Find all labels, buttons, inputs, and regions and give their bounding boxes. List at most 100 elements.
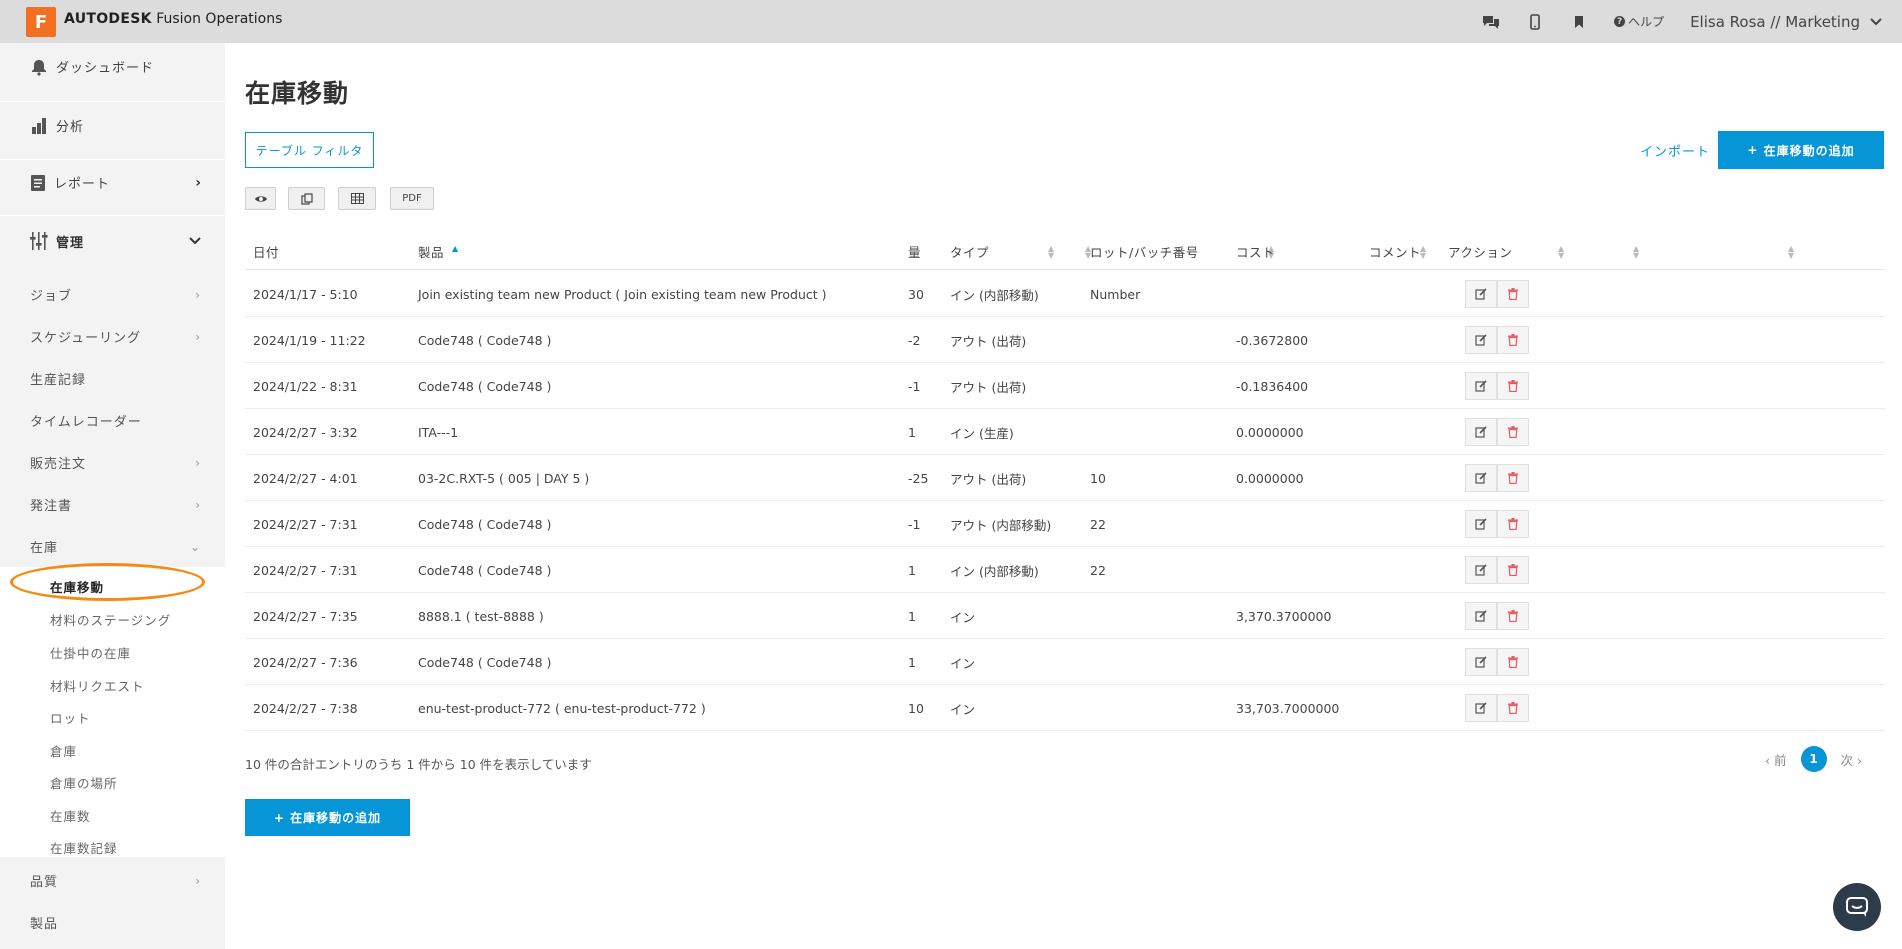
sort-icon[interactable]: ▲ ▼ (1048, 245, 1054, 260)
sidebar-item-purchase-orders[interactable]: 発注書 › (30, 495, 201, 515)
cell-qty: 1 (908, 424, 916, 440)
user-name: Elisa Rosa // Marketing (1690, 12, 1860, 31)
trash-icon[interactable] (1497, 694, 1529, 722)
cell-product: Join existing team new Product ( Join ex… (418, 286, 827, 302)
trash-icon[interactable] (1497, 280, 1529, 308)
production-records-label: 生産記録 (30, 373, 87, 388)
edit-icon[interactable] (1465, 510, 1497, 538)
edit-icon[interactable] (1465, 464, 1497, 492)
column-visibility-button[interactable] (245, 187, 276, 210)
trash-icon[interactable] (1497, 464, 1529, 492)
trash-icon[interactable] (1497, 326, 1529, 354)
cell-date: 2024/2/27 - 7:35 (253, 608, 358, 624)
chevron-right-icon: › (195, 497, 201, 512)
pdf-label: PDF (402, 193, 422, 204)
cell-type: イン (生産) (950, 425, 1014, 441)
edit-icon[interactable] (1465, 694, 1497, 722)
cell-qty: 1 (908, 654, 916, 670)
chat-bubbles-icon[interactable] (1482, 13, 1500, 31)
help-link[interactable]: ? ヘルプ (1614, 13, 1664, 30)
table-filter-button[interactable]: テーブル フィルタ (245, 132, 374, 168)
copy-button[interactable] (288, 187, 325, 210)
mobile-phone-icon[interactable] (1526, 13, 1544, 31)
trash-icon[interactable] (1497, 556, 1529, 584)
sidebar-item-inventory[interactable]: 在庫 ⌄ (30, 537, 201, 557)
help-label: ヘルプ (1628, 15, 1665, 29)
submenu-item-wip-inventory[interactable]: 仕掛中の在庫 (50, 643, 131, 662)
chevron-right-icon: › (195, 329, 201, 344)
submenu-item-material-requests[interactable]: 材料リクエスト (50, 676, 145, 695)
column-header-comment[interactable]: コメント (1369, 233, 1421, 270)
edit-icon[interactable] (1465, 556, 1497, 584)
submenu-item-lots[interactable]: ロット (50, 708, 91, 727)
sidebar-item-jobs[interactable]: ジョブ › (30, 285, 201, 305)
bookmark-icon[interactable] (1570, 13, 1588, 31)
trash-icon[interactable] (1497, 510, 1529, 538)
submenu-item-material-staging[interactable]: 材料のステージング (50, 610, 171, 629)
purchase-orders-label: 発注書 (30, 499, 73, 514)
table-row: 2024/1/19 - 11:22 Code748 ( Code748 ) -2 アウ… (245, 317, 1885, 363)
cell-lot: 10 (1090, 470, 1106, 486)
column-header-date[interactable]: 日付 (253, 233, 279, 270)
page-number-current[interactable]: 1 (1800, 746, 1827, 772)
excel-export-button[interactable] (338, 187, 376, 210)
trash-icon[interactable] (1497, 372, 1529, 400)
column-header-lot[interactable]: ロット/バッチ番号 (1090, 233, 1199, 270)
sidebar-item-analysis[interactable]: 分析 (30, 116, 84, 135)
edit-icon[interactable] (1465, 648, 1497, 676)
cell-date: 2024/1/22 - 8:31 (253, 378, 358, 394)
sidebar-item-sales-orders[interactable]: 販売注文 › (30, 453, 201, 473)
previous-page-link[interactable]: ‹ 前 (1765, 750, 1787, 769)
table-row: 2024/2/27 - 4:01 03-2C.RXT-5 ( 005 | DAY … (245, 455, 1885, 501)
sidebar-item-management[interactable]: 管理 (30, 231, 201, 251)
table-row: 2024/2/27 - 7:36 Code748 ( Code748 ) 1 イン (245, 639, 1885, 685)
sales-orders-label: 販売注文 (30, 457, 87, 472)
trash-icon[interactable] (1497, 418, 1529, 446)
column-header-product[interactable]: 製品 (418, 233, 444, 270)
sidebar-item-dashboard[interactable]: ダッシュボード (30, 57, 154, 76)
column-header-qty[interactable]: 量 (908, 233, 921, 270)
user-menu[interactable]: Elisa Rosa // Marketing (1690, 13, 1882, 31)
copy-icon (300, 192, 313, 205)
cell-lot: 22 (1090, 562, 1106, 578)
sidebar-item-reports[interactable]: レポート › (30, 173, 201, 192)
sidebar-item-products[interactable]: 製品 (30, 913, 201, 932)
fusion-logo[interactable]: F (26, 7, 56, 37)
next-page-link[interactable]: 次 › (1841, 750, 1863, 769)
submenu-item-warehouses[interactable]: 倉庫 (50, 741, 77, 760)
chat-support-button[interactable] (1833, 883, 1881, 931)
column-header-cost[interactable]: コスト (1236, 233, 1275, 270)
edit-icon[interactable] (1465, 602, 1497, 630)
action-header-label: アクション (1448, 245, 1513, 260)
edit-icon[interactable] (1465, 326, 1497, 354)
submenu-item-warehouse-locations[interactable]: 倉庫の場所 (50, 773, 118, 792)
sort-icon[interactable]: ▲ ▼ (1558, 245, 1564, 260)
submenu-item-stock-counts[interactable]: 在庫数 (50, 806, 91, 825)
edit-icon[interactable] (1465, 418, 1497, 446)
sidebar-item-quality[interactable]: 品質 › (30, 871, 201, 891)
pdf-export-button[interactable]: PDF (390, 187, 434, 210)
trash-icon[interactable] (1497, 602, 1529, 630)
import-link[interactable]: インポート (1640, 141, 1710, 160)
annotation-highlight-ellipse (10, 563, 205, 601)
submenu-item-stock-count-records[interactable]: 在庫数記録 (50, 838, 118, 857)
sidebar-item-production-records[interactable]: 生産記録 (30, 369, 201, 388)
add-stock-movement-button-bottom[interactable]: + 在庫移動の追加 (245, 799, 410, 836)
trash-icon[interactable] (1497, 648, 1529, 676)
add-stock-movement-button[interactable]: + 在庫移動の追加 (1718, 131, 1884, 169)
cell-type: アウト (内部移動) (950, 517, 1052, 533)
table-row: 2024/1/22 - 8:31 Code748 ( Code748 ) -1 アウト… (245, 363, 1885, 409)
sort-asc-icon[interactable]: ▲ (452, 245, 458, 253)
sort-icon[interactable]: ▲ ▼ (1633, 245, 1639, 260)
next-label: 次 (1840, 752, 1854, 768)
document-icon (31, 174, 45, 191)
inventory-label: 在庫 (30, 541, 59, 556)
sidebar-item-scheduling[interactable]: スケジューリング › (30, 327, 201, 347)
chevron-down-icon: ⌄ (189, 539, 201, 554)
cell-cost: 0.0000000 (1236, 424, 1304, 440)
sidebar-item-time-recorder[interactable]: タイムレコーダー (30, 411, 201, 430)
edit-icon[interactable] (1465, 280, 1497, 308)
column-header-type[interactable]: タイプ (950, 233, 989, 270)
edit-icon[interactable] (1465, 372, 1497, 400)
logo-letter: F (34, 11, 48, 33)
